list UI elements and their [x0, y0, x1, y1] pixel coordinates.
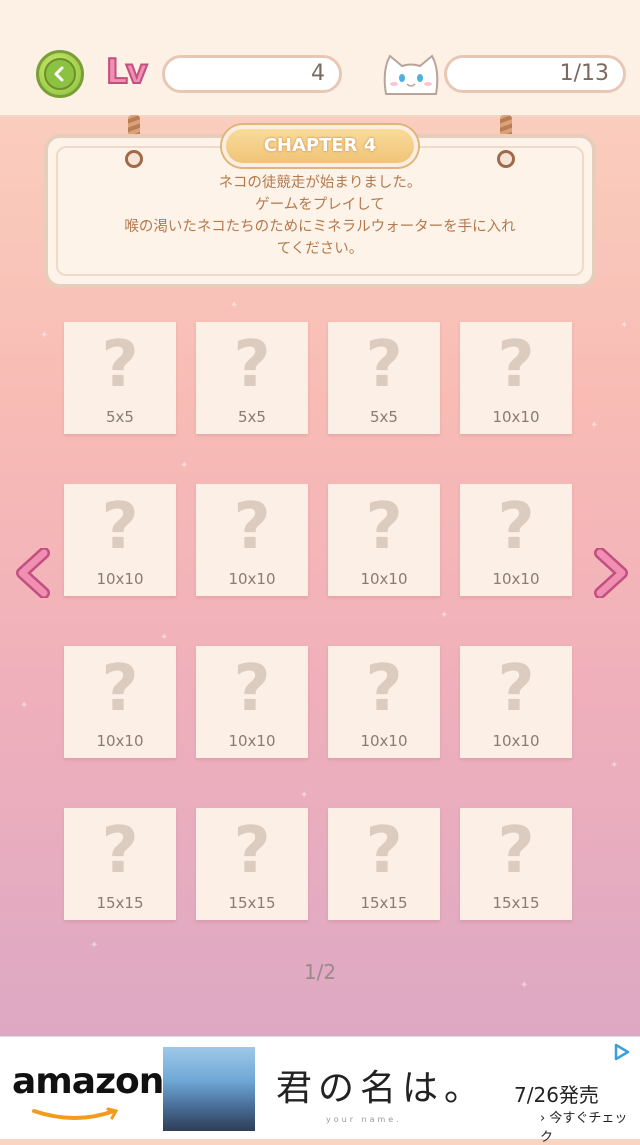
- chapter-line: てください。: [276, 241, 364, 257]
- puzzle-tile[interactable]: ? 10x10: [64, 484, 176, 596]
- puzzle-size: 10x10: [360, 732, 408, 750]
- ad-title: 君の名は。: [276, 1068, 487, 1109]
- puzzle-size: 5x5: [106, 408, 134, 426]
- chapter-line: ネコの徒競走が始まりました。: [218, 175, 422, 191]
- locked-question-icon: ?: [101, 328, 139, 402]
- puzzle-size: 10x10: [492, 732, 540, 750]
- puzzle-tile[interactable]: ? 10x10: [196, 484, 308, 596]
- puzzle-tile[interactable]: ? 5x5: [196, 322, 308, 434]
- locked-question-icon: ?: [365, 490, 403, 564]
- puzzle-size: 10x10: [228, 732, 276, 750]
- chevron-right-icon: ›: [540, 1111, 546, 1126]
- chapter-line: ゲームをプレイして: [255, 197, 385, 213]
- puzzle-tile[interactable]: ? 5x5: [328, 322, 440, 434]
- puzzle-size: 15x15: [96, 894, 144, 912]
- ad-poster-image: [163, 1047, 255, 1131]
- locked-question-icon: ?: [365, 814, 403, 888]
- cats-collected-value: 1/13: [444, 55, 626, 93]
- adchoices-icon[interactable]: [610, 1041, 632, 1063]
- puzzle-tile[interactable]: ? 10x10: [460, 646, 572, 758]
- puzzle-size: 10x10: [228, 570, 276, 588]
- locked-question-icon: ?: [365, 652, 403, 726]
- puzzle-size: 10x10: [492, 408, 540, 426]
- locked-question-icon: ?: [233, 652, 271, 726]
- locked-question-icon: ?: [365, 328, 403, 402]
- puzzle-tile[interactable]: ? 15x15: [328, 808, 440, 920]
- prev-page-arrow-icon[interactable]: [14, 548, 54, 598]
- puzzle-size: 10x10: [96, 732, 144, 750]
- chevron-left-icon: [44, 58, 76, 90]
- ad-brand: amazon: [12, 1061, 164, 1102]
- level-value: 4: [162, 55, 342, 93]
- chapter-title: CHAPTER 4: [222, 125, 418, 167]
- locked-question-icon: ?: [101, 652, 139, 726]
- puzzle-tile[interactable]: ? 10x10: [460, 484, 572, 596]
- ad-banner[interactable]: amazon 君の名は。 your name. 7/26発売 › 今すぐチェック: [0, 1036, 640, 1145]
- puzzle-tile[interactable]: ? 15x15: [460, 808, 572, 920]
- level-label: Lv: [105, 51, 149, 93]
- amazon-smile-icon: [32, 1107, 119, 1120]
- ad-cta[interactable]: › 今すぐチェック: [540, 1107, 640, 1145]
- puzzle-size: 15x15: [492, 894, 540, 912]
- puzzle-size: 15x15: [360, 894, 408, 912]
- puzzle-tile[interactable]: ? 10x10: [196, 646, 308, 758]
- puzzle-tile[interactable]: ? 15x15: [64, 808, 176, 920]
- ring: [125, 150, 143, 168]
- locked-question-icon: ?: [497, 814, 535, 888]
- ad-subtitle: your name.: [326, 1115, 402, 1124]
- puzzle-size: 5x5: [370, 408, 398, 426]
- puzzle-tile[interactable]: ? 10x10: [328, 484, 440, 596]
- puzzle-size: 15x15: [228, 894, 276, 912]
- puzzle-tile[interactable]: ? 10x10: [64, 646, 176, 758]
- chapter-description: ネコの徒競走が始まりました。 ゲームをプレイして 喉の渇いたネコたちのためにミネ…: [70, 172, 570, 260]
- puzzle-tile[interactable]: ? 10x10: [460, 322, 572, 434]
- locked-question-icon: ?: [101, 490, 139, 564]
- locked-question-icon: ?: [497, 652, 535, 726]
- chapter-line: 喉の渇いたネコたちのためにミネラルウォーターを手に入れ: [124, 219, 516, 235]
- back-button[interactable]: [36, 50, 84, 98]
- locked-question-icon: ?: [101, 814, 139, 888]
- locked-question-icon: ?: [497, 328, 535, 402]
- locked-question-icon: ?: [233, 490, 271, 564]
- puzzle-size: 10x10: [96, 570, 144, 588]
- puzzle-size: 10x10: [360, 570, 408, 588]
- ad-cta-label: 今すぐチェック: [540, 1111, 628, 1145]
- next-page-arrow-icon[interactable]: [590, 548, 630, 598]
- locked-question-icon: ?: [497, 490, 535, 564]
- page-indicator: 1/2: [303, 960, 337, 984]
- puzzle-tile[interactable]: ? 5x5: [64, 322, 176, 434]
- puzzle-size: 10x10: [492, 570, 540, 588]
- ring: [497, 150, 515, 168]
- cat-face-icon: [383, 54, 439, 95]
- puzzle-tile[interactable]: ? 10x10: [328, 646, 440, 758]
- puzzle-tile[interactable]: ? 15x15: [196, 808, 308, 920]
- top-bar: Lv 4 1/13: [0, 0, 640, 117]
- locked-question-icon: ?: [233, 814, 271, 888]
- ad-release-date: 7/26発売: [514, 1083, 599, 1107]
- locked-question-icon: ?: [233, 328, 271, 402]
- puzzle-size: 5x5: [238, 408, 266, 426]
